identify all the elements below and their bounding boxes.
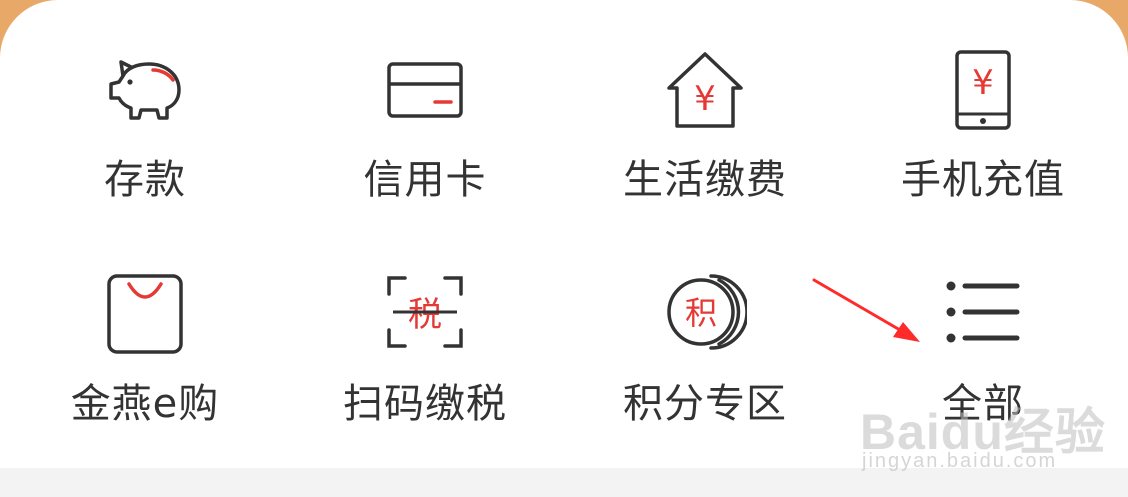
shopping-bag-icon [4, 270, 286, 354]
app-screen: 存款 信用卡 ¥ 生活缴费 ¥ 手机充值 金燕e购 税 扫码缴税 积 积分专区 … [0, 0, 1128, 497]
service-all[interactable]: 全部 [842, 0, 1124, 427]
service-label: 金燕e购 [70, 381, 220, 427]
bottom-band [0, 468, 1128, 497]
tax-glyph: 税 [408, 295, 442, 335]
service-points[interactable]: 积 积分专区 [564, 0, 846, 427]
points-coin-icon: 积 [564, 270, 846, 354]
scan-tax-icon: 税 [284, 270, 566, 354]
service-label: 扫码缴税 [343, 381, 507, 427]
list-icon [842, 270, 1124, 354]
service-shop[interactable]: 金燕e购 [4, 0, 286, 427]
service-label: 全部 [942, 381, 1024, 427]
service-label: 积分专区 [623, 381, 787, 427]
service-grid: 存款 信用卡 ¥ 生活缴费 ¥ 手机充值 金燕e购 税 扫码缴税 积 积分专区 … [0, 0, 1128, 468]
service-scan-tax[interactable]: 税 扫码缴税 [284, 0, 566, 427]
points-glyph: 积 [685, 294, 717, 332]
